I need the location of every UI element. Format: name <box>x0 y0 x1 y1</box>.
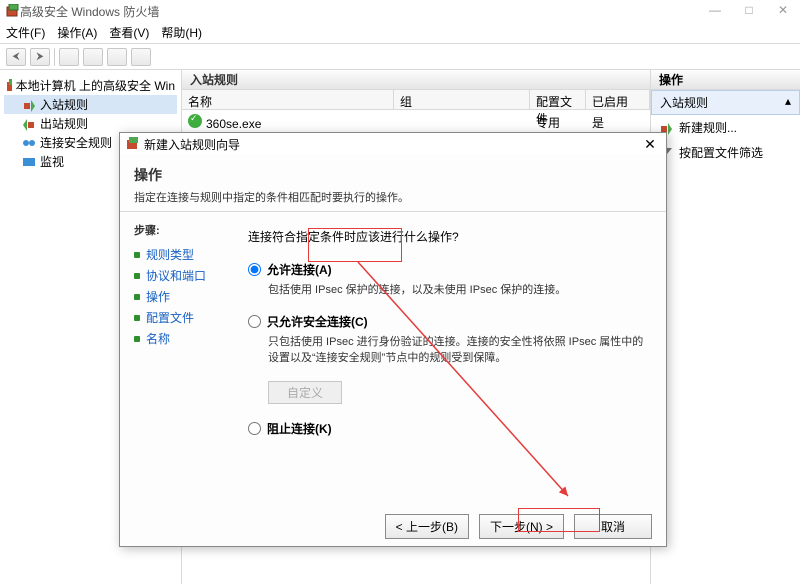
wizard-step-name[interactable]: 名称 <box>134 328 226 349</box>
nav-back-button[interactable]: ⮜ <box>6 48 26 66</box>
toolbar-btn-4[interactable] <box>131 48 151 66</box>
step-link[interactable]: 操作 <box>146 288 170 305</box>
col-group[interactable]: 组 <box>394 90 530 109</box>
cell-enabled: 是 <box>586 112 650 133</box>
wizard-step-profile[interactable]: 配置文件 <box>134 307 226 328</box>
actions-filter-profile[interactable]: 按配置文件筛选 <box>651 140 800 165</box>
tree-item-outbound[interactable]: 出站规则 <box>4 114 177 133</box>
tree-item-inbound[interactable]: 入站规则 <box>4 95 177 114</box>
wizard-header-sub: 指定在连接与规则中指定的条件相匹配时要执行的操作。 <box>134 189 652 205</box>
col-enabled[interactable]: 已启用 <box>586 90 650 109</box>
radio-block[interactable] <box>248 422 261 435</box>
step-link[interactable]: 规则类型 <box>146 246 194 263</box>
nav-forward-button[interactable]: ⮞ <box>30 48 50 66</box>
toolbar-btn-1[interactable] <box>59 48 79 66</box>
steps-label: 步骤: <box>134 222 226 238</box>
col-profile[interactable]: 配置文件 <box>530 90 586 109</box>
wizard-header: 操作 指定在连接与规则中指定的条件相匹配时要执行的操作。 <box>120 155 666 212</box>
tree-item-label: 连接安全规则 <box>40 134 112 151</box>
bullet-icon <box>134 336 140 342</box>
wizard-steps-panel: 步骤: 规则类型 协议和端口 操作 配置文件 名称 <box>120 212 240 506</box>
step-link[interactable]: 配置文件 <box>146 309 194 326</box>
option-allow-secure-desc: 只包括使用 IPsec 进行身份验证的连接。连接的安全性将依照 IPsec 属性… <box>268 334 644 367</box>
option-allow-desc: 包括使用 IPsec 保护的连接，以及未使用 IPsec 保护的连接。 <box>268 282 644 299</box>
actions-item-label: 新建规则... <box>679 119 737 136</box>
option-block-label: 阻止连接(K) <box>267 420 332 437</box>
col-name[interactable]: 名称 <box>182 90 394 109</box>
option-allow-secure-label: 只允许安全连接(C) <box>267 313 368 330</box>
maximize-button[interactable]: □ <box>732 0 766 20</box>
bullet-icon <box>134 294 140 300</box>
firewall-icon <box>126 137 140 151</box>
wizard-header-title: 操作 <box>134 165 652 185</box>
actions-header: 操作 <box>651 70 800 90</box>
tree-item-label: 监视 <box>40 153 64 170</box>
menu-file[interactable]: 文件(F) <box>6 24 45 41</box>
actions-item-label: 按配置文件筛选 <box>679 144 763 161</box>
firewall-icon <box>6 4 20 18</box>
bullet-icon <box>134 315 140 321</box>
connection-rules-icon <box>22 136 36 150</box>
wizard-prompt: 连接符合指定条件时应该进行什么操作? <box>248 228 644 245</box>
close-button[interactable]: ✕ <box>766 0 800 20</box>
actions-new-rule[interactable]: 新建规则... <box>651 115 800 140</box>
option-allow-secure[interactable]: 只允许安全连接(C) <box>248 313 644 330</box>
wizard-window-title: 新建入站规则向导 <box>144 136 240 153</box>
bullet-icon <box>134 273 140 279</box>
tree-item-label: 出站规则 <box>40 115 88 132</box>
actions-section-label: 入站规则 <box>660 96 708 110</box>
firewall-icon <box>6 79 12 93</box>
option-allow-label: 允许连接(A) <box>267 261 332 278</box>
step-link[interactable]: 协议和端口 <box>146 267 206 284</box>
collapse-icon[interactable]: ▴ <box>785 94 791 108</box>
menu-view[interactable]: 查看(V) <box>109 24 149 41</box>
table-header: 名称 组 配置文件 已启用 <box>182 90 650 110</box>
toolbar-btn-3[interactable] <box>107 48 127 66</box>
actions-pane: 操作 入站规则 ▴ 新建规则... 按配置文件筛选 <box>650 70 800 584</box>
cell-group <box>394 112 530 133</box>
menu-action[interactable]: 操作(A) <box>57 24 97 41</box>
radio-allow[interactable] <box>248 263 261 276</box>
option-allow[interactable]: 允许连接(A) <box>248 261 644 278</box>
wizard-step-action[interactable]: 操作 <box>134 286 226 307</box>
wizard-step-protocol[interactable]: 协议和端口 <box>134 265 226 286</box>
wizard-footer: < 上一步(B) 下一步(N) > 取消 <box>120 506 666 546</box>
tree-root-label: 本地计算机 上的高级安全 Win <box>16 77 175 94</box>
customize-disabled-button: 自定义 <box>268 381 342 404</box>
back-button[interactable]: < 上一步(B) <box>385 514 469 539</box>
app-title: 高级安全 Windows 防火墙 <box>20 3 159 20</box>
wizard-close-button[interactable]: ✕ <box>640 136 660 153</box>
monitor-icon <box>22 155 36 169</box>
titlebar: 高级安全 Windows 防火墙 — □ ✕ <box>0 0 800 22</box>
minimize-button[interactable]: — <box>698 0 732 20</box>
cell-profile: 专用 <box>530 112 586 133</box>
center-title: 入站规则 <box>182 70 650 90</box>
allowed-icon <box>188 114 202 128</box>
menubar: 文件(F) 操作(A) 查看(V) 帮助(H) <box>0 22 800 44</box>
wizard-main: 连接符合指定条件时应该进行什么操作? 允许连接(A) 包括使用 IPsec 保护… <box>240 212 666 506</box>
cell-name: 360se.exe <box>206 117 261 131</box>
toolbar: ⮜ ⮞ <box>0 44 800 70</box>
radio-allow-secure[interactable] <box>248 315 261 328</box>
tree-item-label: 入站规则 <box>40 96 88 113</box>
next-button[interactable]: 下一步(N) > <box>479 514 564 539</box>
option-block[interactable]: 阻止连接(K) <box>248 420 644 437</box>
bullet-icon <box>134 252 140 258</box>
inbound-rules-icon <box>22 98 36 112</box>
wizard-titlebar: 新建入站规则向导 ✕ <box>120 133 666 155</box>
toolbar-separator <box>54 48 55 66</box>
tree-root[interactable]: 本地计算机 上的高级安全 Win <box>4 76 177 95</box>
actions-section: 入站规则 ▴ <box>651 90 800 115</box>
step-link[interactable]: 名称 <box>146 330 170 347</box>
wizard-dialog: 新建入站规则向导 ✕ 操作 指定在连接与规则中指定的条件相匹配时要执行的操作。 … <box>119 132 667 547</box>
menu-help[interactable]: 帮助(H) <box>161 24 202 41</box>
cancel-button[interactable]: 取消 <box>574 514 652 539</box>
outbound-rules-icon <box>22 117 36 131</box>
wizard-step-rule-type[interactable]: 规则类型 <box>134 244 226 265</box>
toolbar-btn-2[interactable] <box>83 48 103 66</box>
